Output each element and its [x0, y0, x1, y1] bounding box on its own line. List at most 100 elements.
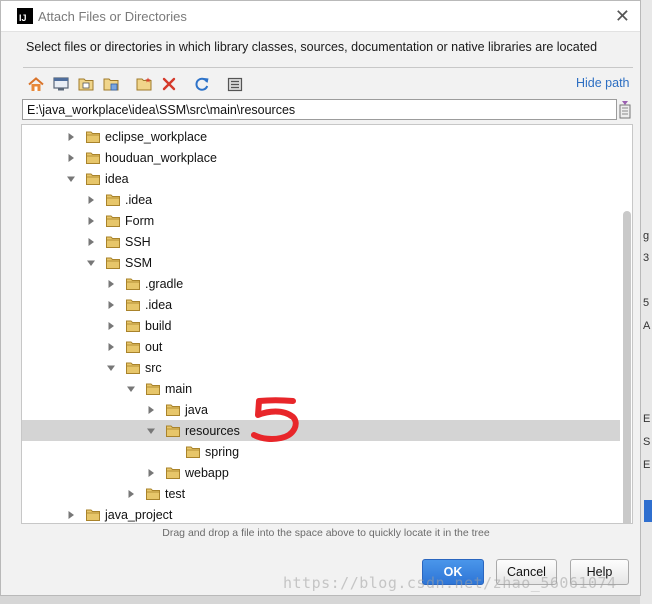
- tree-row[interactable]: .gradle: [22, 273, 620, 294]
- folder-icon: [106, 257, 120, 269]
- folder-icon: [106, 194, 120, 206]
- cancel-button[interactable]: Cancel: [496, 559, 557, 585]
- collapsed-arrow-icon[interactable]: [106, 342, 116, 352]
- tree-row-label: .idea: [125, 192, 153, 207]
- divider: [23, 67, 633, 68]
- folder-icon: [166, 467, 180, 479]
- tree-row[interactable]: spring: [22, 441, 620, 462]
- tree-row[interactable]: .idea: [22, 189, 620, 210]
- tree-row-label: resources: [185, 423, 240, 438]
- refresh-icon[interactable]: [191, 74, 212, 95]
- close-icon[interactable]: ✕: [615, 6, 630, 27]
- handwritten-five-annotation: [249, 395, 305, 448]
- folder-icon: [106, 215, 120, 227]
- folder-icon: [146, 383, 160, 395]
- tree-row[interactable]: java: [22, 399, 620, 420]
- tree-row-label: houduan_workplace: [105, 150, 217, 165]
- background-char: 5: [643, 297, 650, 309]
- collapsed-arrow-icon[interactable]: [106, 321, 116, 331]
- delete-icon[interactable]: [158, 74, 179, 95]
- folder-icon: [166, 425, 180, 437]
- desktop-icon[interactable]: [50, 74, 71, 95]
- module-folder-icon[interactable]: [100, 74, 121, 95]
- show-hidden-icon[interactable]: [224, 74, 245, 95]
- folder-icon: [126, 362, 140, 374]
- collapsed-arrow-icon[interactable]: [66, 153, 76, 163]
- folder-icon: [166, 404, 180, 416]
- collapsed-arrow-icon[interactable]: [86, 216, 96, 226]
- tree-row[interactable]: Form: [22, 210, 620, 231]
- background-char: S: [643, 436, 651, 448]
- folder-icon: [126, 299, 140, 311]
- folder-icon: [126, 341, 140, 353]
- collapsed-arrow-icon[interactable]: [86, 195, 96, 205]
- dialog-description: Select files or directories in which lib…: [26, 40, 598, 54]
- tree-row-label: java: [185, 402, 208, 417]
- tree-scrollbar[interactable]: [623, 211, 631, 523]
- tree-row[interactable]: webapp: [22, 462, 620, 483]
- expanded-arrow-icon[interactable]: [146, 426, 156, 436]
- collapsed-arrow-icon[interactable]: [106, 279, 116, 289]
- background-char: 3: [643, 252, 650, 264]
- collapsed-arrow-icon[interactable]: [146, 468, 156, 478]
- tree-row-label: test: [165, 486, 186, 501]
- tree-row[interactable]: build: [22, 315, 620, 336]
- expanded-arrow-icon[interactable]: [86, 258, 96, 268]
- folder-icon: [126, 320, 140, 332]
- tree-row[interactable]: resources: [22, 420, 620, 441]
- tree-row[interactable]: houduan_workplace: [22, 147, 620, 168]
- collapsed-arrow-icon[interactable]: [106, 300, 116, 310]
- tree-row-label: SSM: [125, 255, 153, 270]
- tree-row-label: idea: [105, 171, 129, 186]
- tree-row-label: .idea: [145, 297, 173, 312]
- folder-icon: [186, 446, 200, 458]
- background-char: g: [643, 230, 650, 242]
- intellij-app-icon: IJ: [17, 8, 33, 24]
- ok-button[interactable]: OK: [422, 559, 484, 585]
- collapsed-arrow-icon[interactable]: [66, 132, 76, 142]
- attach-files-dialog: IJ Attach Files or Directories ✕ Select …: [0, 0, 641, 596]
- expanded-arrow-icon[interactable]: [126, 384, 136, 394]
- tree-row[interactable]: SSM: [22, 252, 620, 273]
- file-chooser-toolbar: [25, 73, 249, 95]
- path-history-icon[interactable]: [618, 100, 632, 119]
- tree-row[interactable]: java_project: [22, 504, 620, 523]
- tree-row-label: java_project: [105, 507, 173, 522]
- tree-row[interactable]: test: [22, 483, 620, 504]
- new-folder-icon[interactable]: [133, 74, 154, 95]
- background-char: E: [643, 413, 651, 425]
- tree-row[interactable]: SSH: [22, 231, 620, 252]
- drag-drop-hint: Drag and drop a file into the space abov…: [162, 527, 490, 539]
- collapsed-arrow-icon[interactable]: [126, 489, 136, 499]
- folder-icon: [146, 488, 160, 500]
- tree-row[interactable]: out: [22, 336, 620, 357]
- folder-icon: [126, 278, 140, 290]
- file-tree[interactable]: java_project test webapp spring resources jav…: [21, 124, 633, 524]
- folder-icon: [86, 131, 100, 143]
- folder-icon: [86, 152, 100, 164]
- folder-icon: [106, 236, 120, 248]
- collapsed-arrow-icon[interactable]: [86, 237, 96, 247]
- tree-row-label: eclipse_workplace: [105, 129, 208, 144]
- tree-row[interactable]: src: [22, 357, 620, 378]
- tree-row-label: .gradle: [145, 276, 184, 291]
- dialog-title: Attach Files or Directories: [38, 8, 187, 24]
- expanded-arrow-icon[interactable]: [66, 174, 76, 184]
- tree-row-label: out: [145, 339, 163, 354]
- tree-row[interactable]: main: [22, 378, 620, 399]
- help-button[interactable]: Help: [570, 559, 629, 585]
- expanded-arrow-icon[interactable]: [106, 363, 116, 373]
- collapsed-arrow-icon[interactable]: [66, 510, 76, 520]
- tree-row[interactable]: .idea: [22, 294, 620, 315]
- tree-row-label: SSH: [125, 234, 151, 249]
- home-icon[interactable]: [25, 74, 46, 95]
- path-input[interactable]: [22, 99, 617, 120]
- project-folder-icon[interactable]: [75, 74, 96, 95]
- tree-row-label: webapp: [185, 465, 229, 480]
- hide-path-link[interactable]: Hide path: [576, 76, 630, 90]
- tree-row[interactable]: eclipse_workplace: [22, 126, 620, 147]
- tree-row-label: Form: [125, 213, 155, 228]
- collapsed-arrow-icon[interactable]: [146, 405, 156, 415]
- title-bar: IJ Attach Files or Directories ✕: [1, 1, 640, 32]
- tree-row[interactable]: idea: [22, 168, 620, 189]
